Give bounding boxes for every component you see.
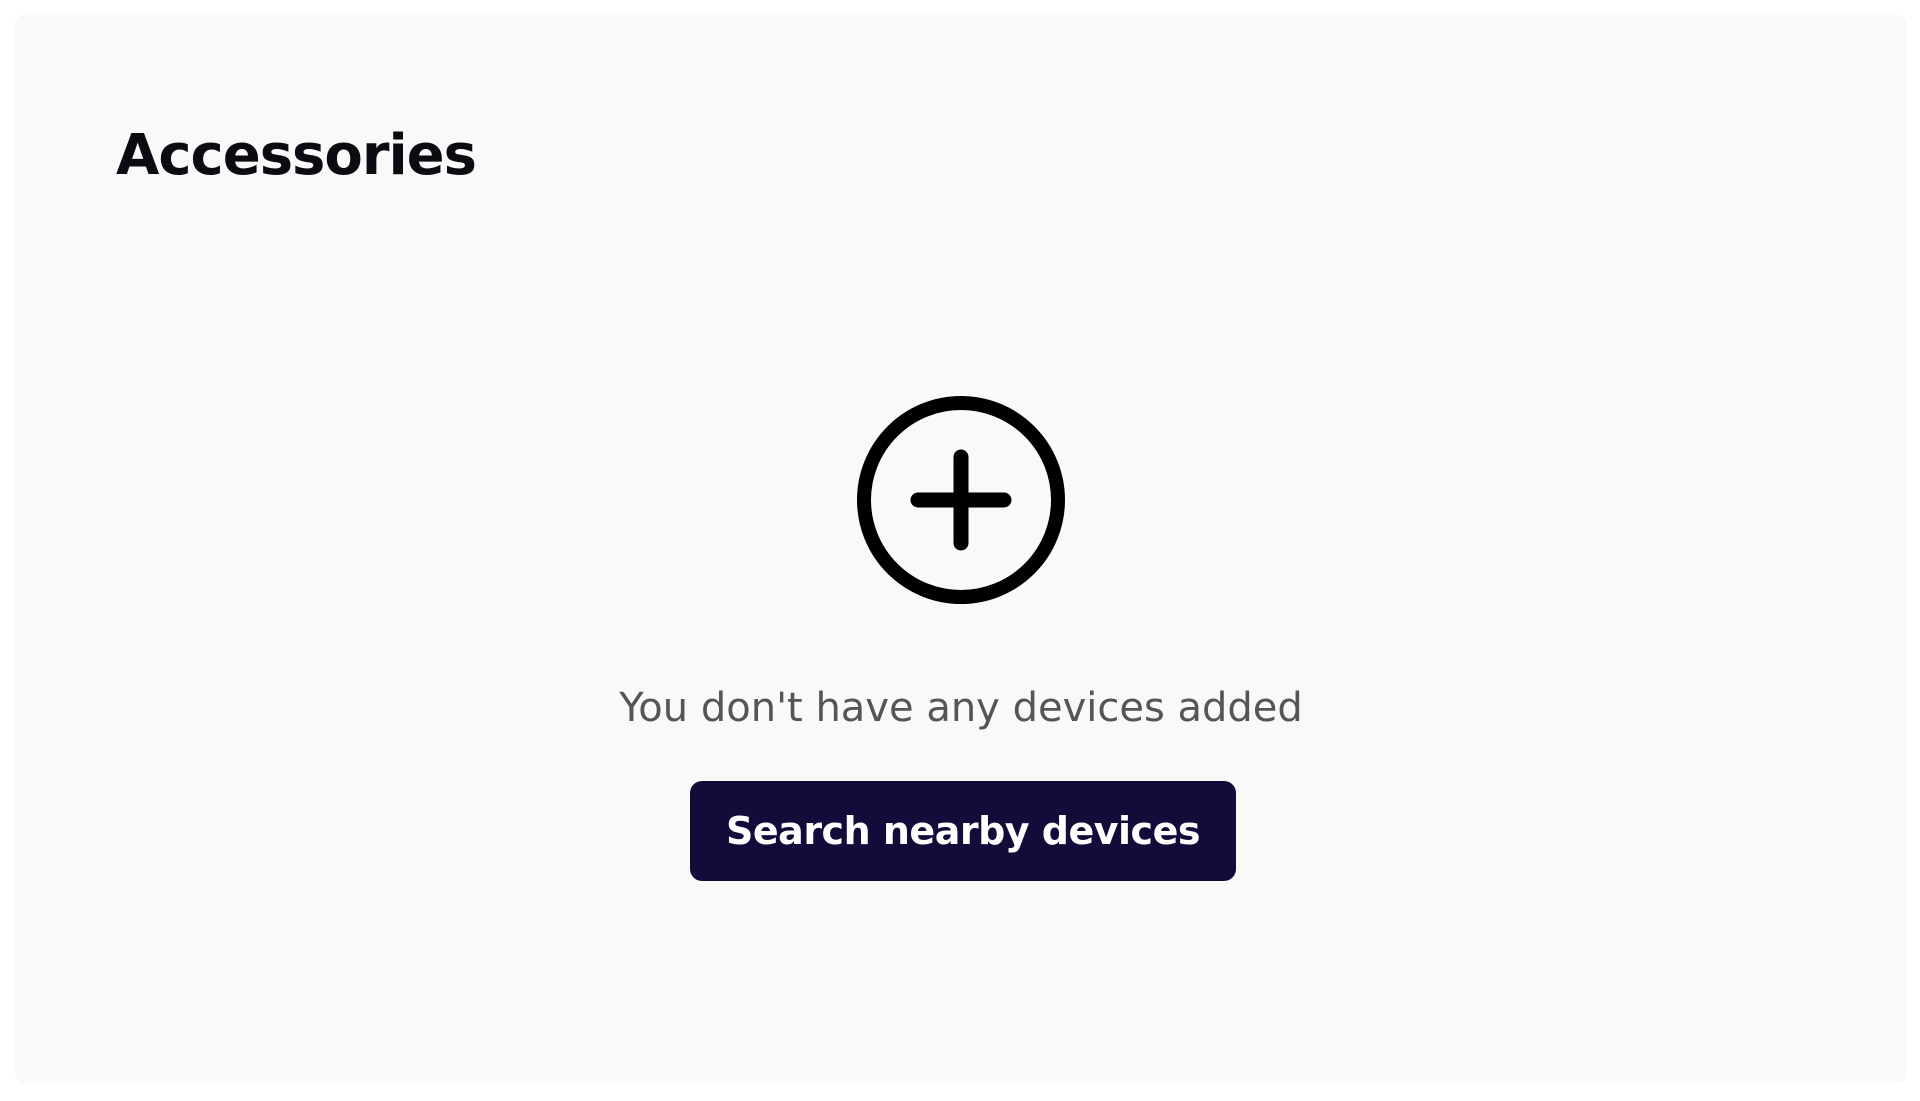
empty-state-message: You don't have any devices added xyxy=(619,685,1303,731)
page-title: Accessories xyxy=(116,123,477,188)
add-circle-icon xyxy=(856,395,1066,605)
accessories-panel: Accessories You don't have any devices a… xyxy=(15,15,1907,1083)
search-nearby-devices-button[interactable]: Search nearby devices xyxy=(690,781,1236,881)
